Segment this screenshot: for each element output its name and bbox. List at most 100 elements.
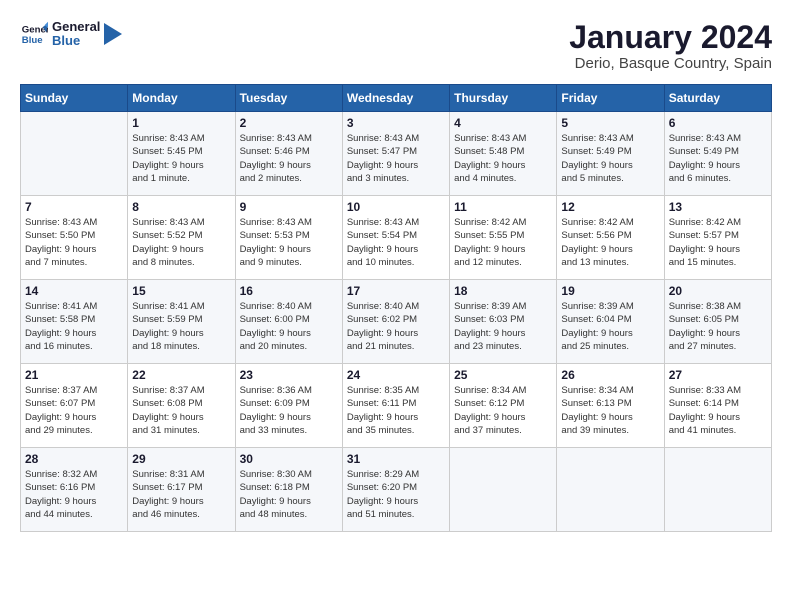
day-number: 17 — [347, 284, 445, 298]
week-row-5: 28 Sunrise: 8:32 AM Sunset: 6:16 PM Dayli… — [21, 448, 772, 532]
cell-info: Sunrise: 8:43 AM Sunset: 5:53 PM Dayligh… — [240, 216, 338, 269]
cell-week4-day2: 22Sunrise: 8:37 AM Sunset: 6:08 PM Dayli… — [128, 364, 235, 448]
day-number: 9 — [240, 200, 338, 214]
cell-info: Sunrise: 8:41 AM Sunset: 5:59 PM Dayligh… — [132, 300, 230, 353]
cell-info: Sunrise: 8:32 AM Sunset: 6:16 PM Dayligh… — [25, 468, 123, 521]
day-number: 18 — [454, 284, 552, 298]
col-tuesday: Tuesday — [235, 85, 342, 112]
cell-week5-day1: 28 Sunrise: 8:32 AM Sunset: 6:16 PM Dayli… — [21, 448, 128, 532]
cell-info: Sunrise: 8:37 AM Sunset: 6:07 PM Dayligh… — [25, 384, 123, 437]
day-number: 12 — [561, 200, 659, 214]
cell-info: Sunrise: 8:43 AM Sunset: 5:47 PM Dayligh… — [347, 132, 445, 185]
cell-week4-day5: 25 Sunrise: 8:34 AM Sunset: 6:12 PM Dayli… — [450, 364, 557, 448]
day-number: 10 — [347, 200, 445, 214]
cell-info: Sunrise: 8:35 AM Sunset: 6:11 PM Dayligh… — [347, 384, 445, 437]
cell-week2-day2: 8Sunrise: 8:43 AM Sunset: 5:52 PM Daylig… — [128, 196, 235, 280]
logo-general: General — [52, 20, 100, 34]
cell-week1-day3: 2Sunrise: 8:43 AM Sunset: 5:46 PM Daylig… — [235, 112, 342, 196]
cell-week2-day6: 12 Sunrise: 8:42 AM Sunset: 5:56 PM Dayli… — [557, 196, 664, 280]
cell-info: Sunrise: 8:43 AM Sunset: 5:50 PM Dayligh… — [25, 216, 123, 269]
svg-text:General: General — [22, 25, 48, 36]
day-number: 14 — [25, 284, 123, 298]
cell-info: Sunrise: 8:34 AM Sunset: 6:13 PM Dayligh… — [561, 384, 659, 437]
day-number: 15 — [132, 284, 230, 298]
cell-week2-day5: 11 Sunrise: 8:42 AM Sunset: 5:55 PM Dayli… — [450, 196, 557, 280]
cell-week1-day7: 6 Sunrise: 8:43 AM Sunset: 5:49 PM Daylig… — [664, 112, 771, 196]
cell-info: Sunrise: 8:43 AM Sunset: 5:49 PM Dayligh… — [669, 132, 767, 185]
day-number: 24 — [347, 368, 445, 382]
week-row-2: 7 Sunrise: 8:43 AM Sunset: 5:50 PM Daylig… — [21, 196, 772, 280]
cell-week5-day6 — [557, 448, 664, 532]
cell-week5-day3: 30 Sunrise: 8:30 AM Sunset: 6:18 PM Dayli… — [235, 448, 342, 532]
col-friday: Friday — [557, 85, 664, 112]
cell-info: Sunrise: 8:39 AM Sunset: 6:03 PM Dayligh… — [454, 300, 552, 353]
title-block: January 2024 Derio, Basque Country, Spai… — [569, 20, 772, 72]
day-number: 28 — [25, 452, 123, 466]
cell-info: Sunrise: 8:34 AM Sunset: 6:12 PM Dayligh… — [454, 384, 552, 437]
day-number: 21 — [25, 368, 123, 382]
day-number: 23 — [240, 368, 338, 382]
day-number: 20 — [669, 284, 767, 298]
logo-arrow-icon — [104, 23, 122, 45]
cell-week4-day4: 24 Sunrise: 8:35 AM Sunset: 6:11 PM Dayli… — [342, 364, 449, 448]
svg-text:Blue: Blue — [22, 35, 43, 46]
cell-week2-day7: 13Sunrise: 8:42 AM Sunset: 5:57 PM Dayli… — [664, 196, 771, 280]
calendar-body: 1 Sunrise: 8:43 AM Sunset: 5:45 PM Daylig… — [21, 112, 772, 532]
cell-info: Sunrise: 8:42 AM Sunset: 5:57 PM Dayligh… — [669, 216, 767, 269]
week-row-1: 1 Sunrise: 8:43 AM Sunset: 5:45 PM Daylig… — [21, 112, 772, 196]
cell-info: Sunrise: 8:41 AM Sunset: 5:58 PM Dayligh… — [25, 300, 123, 353]
cell-week1-day6: 5Sunrise: 8:43 AM Sunset: 5:49 PM Daylig… — [557, 112, 664, 196]
day-number: 11 — [454, 200, 552, 214]
cell-week4-day3: 23 Sunrise: 8:36 AM Sunset: 6:09 PM Dayli… — [235, 364, 342, 448]
day-number: 1 — [132, 116, 230, 130]
cell-info: Sunrise: 8:42 AM Sunset: 5:56 PM Dayligh… — [561, 216, 659, 269]
day-number: 16 — [240, 284, 338, 298]
day-number: 8 — [132, 200, 230, 214]
day-number: 22 — [132, 368, 230, 382]
logo: General Blue General Blue — [20, 20, 122, 49]
cell-info: Sunrise: 8:38 AM Sunset: 6:05 PM Dayligh… — [669, 300, 767, 353]
col-thursday: Thursday — [450, 85, 557, 112]
calendar-table: Sunday Monday Tuesday Wednesday Thursday… — [20, 84, 772, 532]
day-number: 3 — [347, 116, 445, 130]
day-number: 6 — [669, 116, 767, 130]
cell-info: Sunrise: 8:40 AM Sunset: 6:00 PM Dayligh… — [240, 300, 338, 353]
cell-info: Sunrise: 8:36 AM Sunset: 6:09 PM Dayligh… — [240, 384, 338, 437]
day-number: 30 — [240, 452, 338, 466]
day-number: 7 — [25, 200, 123, 214]
cell-week3-day5: 18 Sunrise: 8:39 AM Sunset: 6:03 PM Dayli… — [450, 280, 557, 364]
cell-week2-day3: 9 Sunrise: 8:43 AM Sunset: 5:53 PM Daylig… — [235, 196, 342, 280]
cell-info: Sunrise: 8:30 AM Sunset: 6:18 PM Dayligh… — [240, 468, 338, 521]
cell-week3-day4: 17Sunrise: 8:40 AM Sunset: 6:02 PM Dayli… — [342, 280, 449, 364]
cell-week5-day2: 29 Sunrise: 8:31 AM Sunset: 6:17 PM Dayli… — [128, 448, 235, 532]
cell-info: Sunrise: 8:31 AM Sunset: 6:17 PM Dayligh… — [132, 468, 230, 521]
cell-info: Sunrise: 8:43 AM Sunset: 5:48 PM Dayligh… — [454, 132, 552, 185]
col-wednesday: Wednesday — [342, 85, 449, 112]
cell-info: Sunrise: 8:43 AM Sunset: 5:54 PM Dayligh… — [347, 216, 445, 269]
day-number: 25 — [454, 368, 552, 382]
header-row: Sunday Monday Tuesday Wednesday Thursday… — [21, 85, 772, 112]
day-number: 4 — [454, 116, 552, 130]
cell-week3-day2: 15 Sunrise: 8:41 AM Sunset: 5:59 PM Dayli… — [128, 280, 235, 364]
cell-info: Sunrise: 8:43 AM Sunset: 5:45 PM Dayligh… — [132, 132, 230, 185]
cell-week3-day1: 14 Sunrise: 8:41 AM Sunset: 5:58 PM Dayli… — [21, 280, 128, 364]
cell-week3-day6: 19Sunrise: 8:39 AM Sunset: 6:04 PM Dayli… — [557, 280, 664, 364]
logo-blue: Blue — [52, 34, 100, 48]
week-row-3: 14 Sunrise: 8:41 AM Sunset: 5:58 PM Dayli… — [21, 280, 772, 364]
logo-icon: General Blue — [20, 20, 48, 48]
cell-week2-day1: 7 Sunrise: 8:43 AM Sunset: 5:50 PM Daylig… — [21, 196, 128, 280]
day-number: 5 — [561, 116, 659, 130]
day-number: 29 — [132, 452, 230, 466]
calendar-subtitle: Derio, Basque Country, Spain — [569, 55, 772, 72]
cell-info: Sunrise: 8:42 AM Sunset: 5:55 PM Dayligh… — [454, 216, 552, 269]
cell-info: Sunrise: 8:39 AM Sunset: 6:04 PM Dayligh… — [561, 300, 659, 353]
cell-week5-day5 — [450, 448, 557, 532]
col-saturday: Saturday — [664, 85, 771, 112]
cell-info: Sunrise: 8:43 AM Sunset: 5:46 PM Dayligh… — [240, 132, 338, 185]
cell-week4-day6: 26Sunrise: 8:34 AM Sunset: 6:13 PM Dayli… — [557, 364, 664, 448]
day-number: 27 — [669, 368, 767, 382]
header: General Blue General Blue January 2024 D… — [20, 20, 772, 72]
cell-info: Sunrise: 8:33 AM Sunset: 6:14 PM Dayligh… — [669, 384, 767, 437]
cell-week4-day1: 21 Sunrise: 8:37 AM Sunset: 6:07 PM Dayli… — [21, 364, 128, 448]
cell-week1-day2: 1 Sunrise: 8:43 AM Sunset: 5:45 PM Daylig… — [128, 112, 235, 196]
